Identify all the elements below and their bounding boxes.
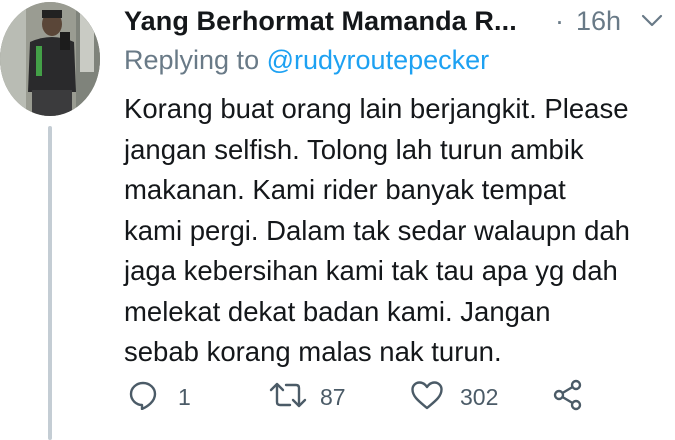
like-count: 302 xyxy=(460,384,499,410)
tweet[interactable]: Yang Berhormat Mamanda R... · 16h Replyi… xyxy=(124,0,669,440)
display-name[interactable]: Yang Berhormat Mamanda R... xyxy=(124,4,517,38)
tweet-text-line: makanan. Kami rider banyak tempat xyxy=(124,174,566,205)
avatar-photo xyxy=(0,2,100,116)
reply-count: 1 xyxy=(178,384,191,410)
reply-icon xyxy=(129,381,157,410)
tweet-text-line: kami pergi. Dalam tak sedar walaupn dah xyxy=(124,214,630,246)
replying-to-label: Replying to xyxy=(124,45,260,75)
tweet-actions: 1 87 302 xyxy=(124,379,669,414)
share-icon xyxy=(553,379,582,411)
retweet-icon xyxy=(269,382,307,408)
chevron-down-icon[interactable] xyxy=(640,12,664,30)
tweet-text-line: jaga kebersihan kami tak tau apa yg dah xyxy=(124,255,618,286)
tweet-text-line: Korang buat orang lain berjangkit. Pleas… xyxy=(124,93,629,124)
retweet-count: 87 xyxy=(320,384,346,410)
tweet-text-line: jangan selfish. Tolong lah turun ambik xyxy=(124,133,584,165)
tweet-text-line: melekat dekat badan kami. Jangan xyxy=(124,295,551,327)
tweet-header: Yang Berhormat Mamanda R... · 16h xyxy=(124,4,669,40)
reply-button[interactable]: 1 xyxy=(128,380,208,414)
tweet-text: Korang buat orang lain berjangkit. Pleas… xyxy=(124,89,669,373)
reply-handle-link[interactable]: @rudyroutepecker xyxy=(267,45,490,75)
like-button[interactable]: 302 xyxy=(410,380,520,414)
tweet-text-line: sebab korang malas nak turun. xyxy=(124,336,502,367)
share-button[interactable] xyxy=(552,379,586,414)
heart-icon xyxy=(411,381,443,410)
thread-line xyxy=(48,126,52,440)
avatar-column xyxy=(0,0,100,440)
avatar[interactable] xyxy=(0,2,100,116)
header-separator: · xyxy=(555,6,564,36)
retweet-button[interactable]: 87 xyxy=(268,380,378,414)
timestamp[interactable]: 16h xyxy=(576,4,621,38)
replying-to: Replying to @rudyroutepecker xyxy=(124,43,489,77)
